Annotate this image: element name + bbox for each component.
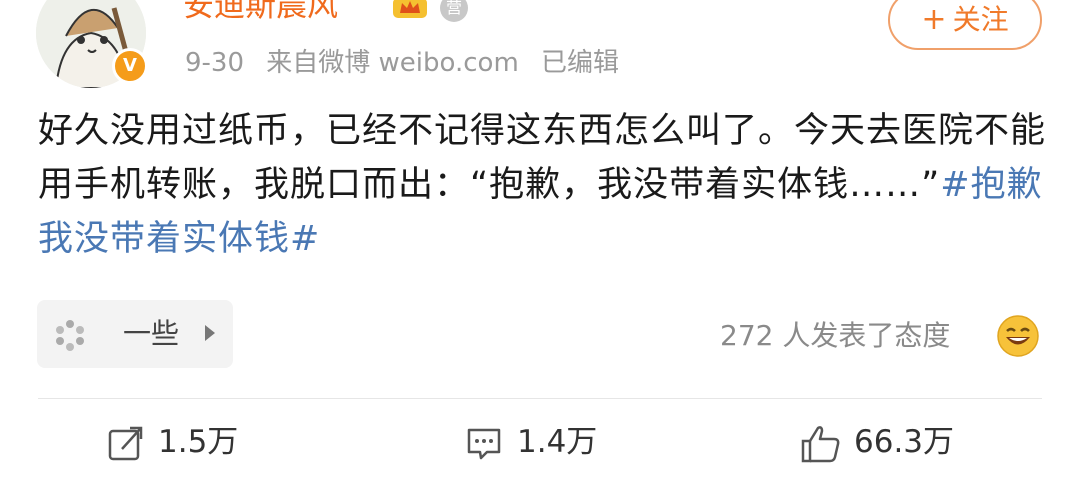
crown-icon [393, 0, 427, 18]
comment-button[interactable]: 1.4万 [465, 420, 597, 464]
post-content: 好久没用过纸币，已经不记得这东西怎么叫了。今天去医院不能用手机转账，我脱口而出：… [38, 104, 1048, 266]
post-source: 来自微博 weibo.com [266, 48, 519, 78]
plus-icon: + [921, 2, 947, 37]
repost-icon [108, 426, 143, 460]
post-meta: 9-30 来自微博 weibo.com 已编辑 [185, 46, 633, 80]
comment-icon [467, 428, 501, 459]
follow-button[interactable]: + 关注 [888, 0, 1042, 50]
thumbs-up-icon [801, 425, 840, 462]
like-button[interactable]: 66.3万 [800, 420, 954, 464]
comment-count: 1.4万 [517, 424, 598, 460]
id-badge: 营 [440, 0, 468, 22]
verified-badge: V [112, 48, 148, 84]
post-text: 好久没用过纸币，已经不记得这东西怎么叫了。今天去医院不能用手机转账，我脱口而出：… [38, 111, 1047, 205]
like-count: 66.3万 [854, 424, 955, 460]
follow-label: 关注 [952, 3, 1009, 36]
repost-button[interactable]: 1.5万 [106, 420, 238, 464]
post-date: 9-30 [185, 48, 245, 78]
edited-label[interactable]: 已编辑 [541, 48, 619, 78]
chevron-right-icon [205, 325, 215, 341]
divider [38, 398, 1042, 399]
reaction-chip[interactable]: 一些 [37, 300, 233, 368]
attitude-count[interactable]: 272 人发表了态度 [720, 318, 950, 354]
grin-emoji-icon[interactable] [996, 314, 1040, 358]
reaction-label: 一些 [123, 317, 180, 350]
repost-count: 1.5万 [158, 424, 239, 460]
author-name[interactable]: 安迪斯晨风 [183, 0, 338, 24]
sparkle-icon [56, 320, 84, 351]
